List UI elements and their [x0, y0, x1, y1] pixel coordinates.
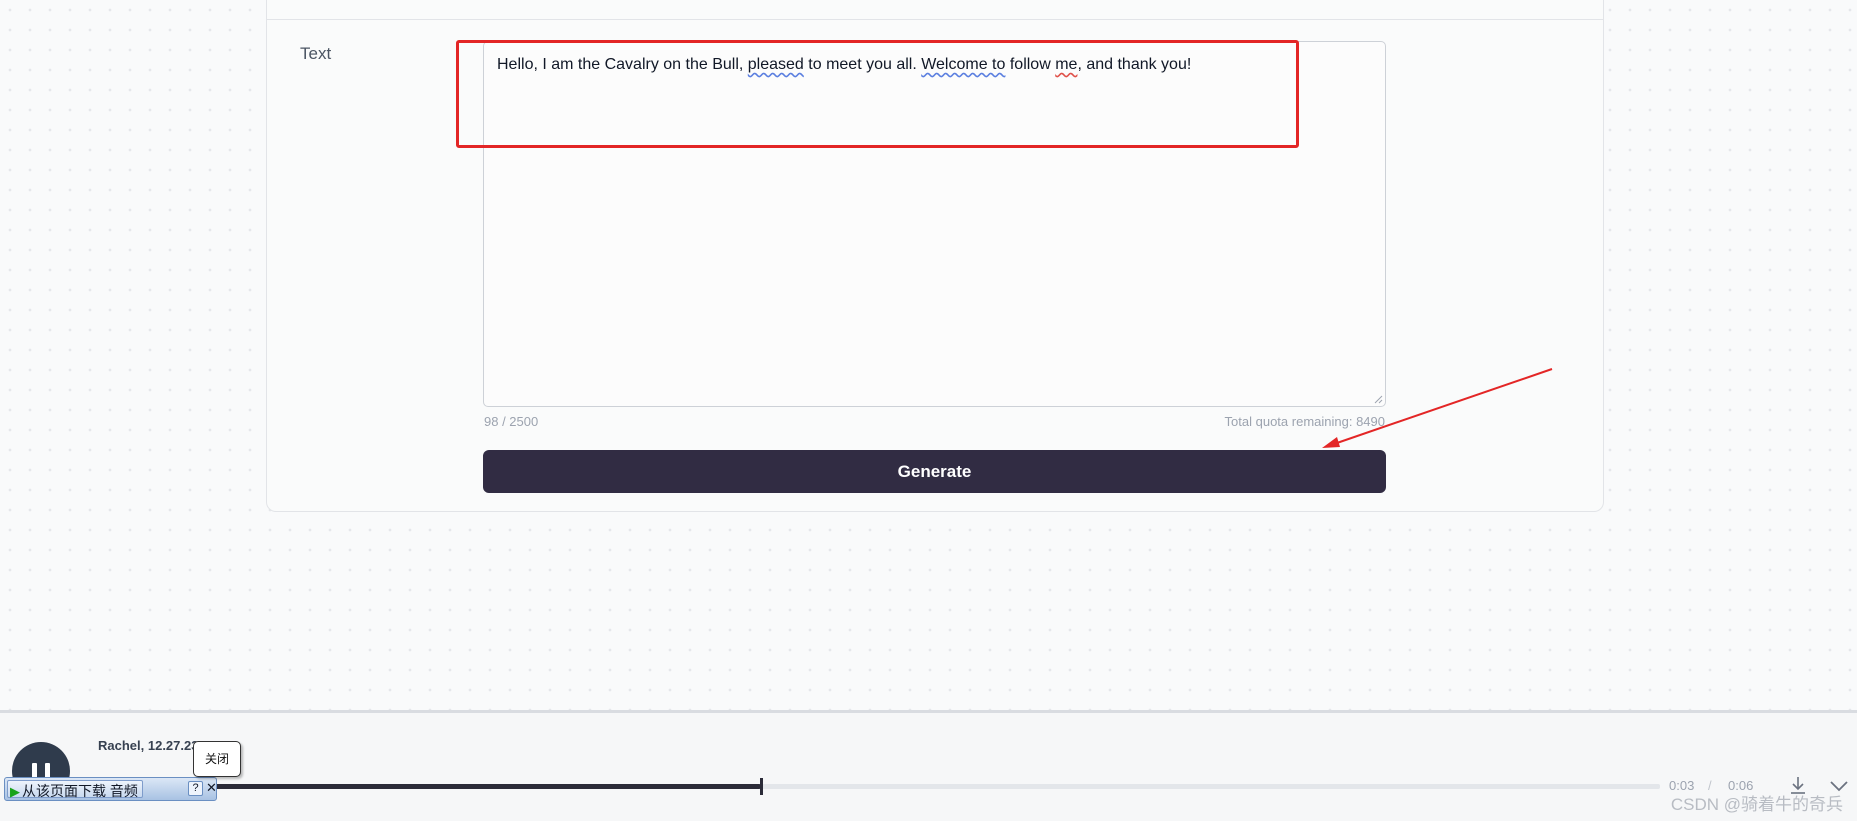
watermark: CSDN @骑着牛的奇兵: [1670, 795, 1843, 814]
resize-handle-icon[interactable]: [1373, 394, 1383, 404]
download-audio-button[interactable]: ▶ 从该页面下载 音频: [7, 780, 143, 799]
download-audio-label: 从该页面下载 音频: [22, 783, 138, 799]
close-tooltip: 关闭: [193, 741, 241, 777]
text-part-spellcheck: Welcome to: [921, 56, 1006, 73]
text-part: Hello, I am the Cavalry on the Bull,: [497, 56, 748, 73]
play-triangle-icon: ▶: [10, 784, 20, 799]
audio-player: Rachel, 12.27.23, 11:32 0:03 / 0:06: [0, 710, 1857, 821]
text-part: , and thank you!: [1077, 56, 1192, 73]
help-button[interactable]: ?: [188, 781, 203, 796]
text-to-speech-card: Text Hello, I am the Cavalry on the Bull…: [266, 0, 1604, 512]
text-part-spellcheck: pleased: [747, 56, 804, 73]
text-part: follow: [1005, 56, 1056, 73]
progress-thumb[interactable]: [759, 778, 763, 795]
character-count: 98 / 2500: [484, 414, 539, 429]
progress-bar[interactable]: [200, 778, 1660, 795]
download-extension-bar: ▶ 从该页面下载 音频 ? ✕: [4, 777, 217, 801]
close-icon[interactable]: ✕: [206, 780, 217, 796]
card-divider: [267, 19, 1603, 20]
text-part: to meet you all.: [803, 56, 922, 73]
text-field-label: Text: [300, 44, 332, 63]
text-part-spellcheck: me: [1055, 56, 1078, 73]
progress-fill: [200, 784, 761, 789]
quota-remaining: Total quota remaining: 8490: [1224, 414, 1385, 429]
text-input[interactable]: Hello, I am the Cavalry on the Bull, ple…: [483, 41, 1386, 407]
generate-button[interactable]: Generate: [483, 450, 1386, 493]
